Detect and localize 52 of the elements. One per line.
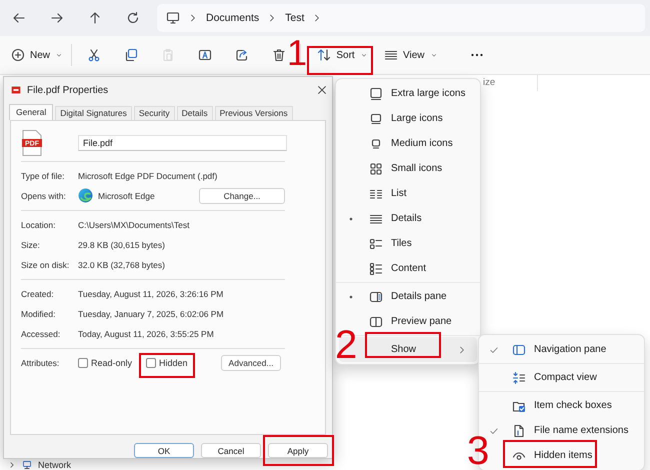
menu-item[interactable]: Compact view <box>479 365 644 390</box>
value-text: 32.0 KB (32,768 bytes) <box>78 260 165 270</box>
dialog-button[interactable]: Cancel <box>201 443 261 458</box>
change-button[interactable]: Change... <box>199 188 285 204</box>
nav-item[interactable]: Network <box>0 460 200 470</box>
new-button[interactable]: New <box>6 42 68 68</box>
checkbox[interactable]: Read-only <box>78 358 132 368</box>
file-name-field[interactable]: File.pdf <box>78 134 287 151</box>
window-title: File.pdf Properties <box>27 84 110 96</box>
value-text: Microsoft Edge <box>98 190 155 201</box>
menu-item[interactable]: Medium icons <box>336 131 480 156</box>
menu-item[interactable]: Content <box>336 256 480 281</box>
value-text: Tuesday, August 11, 2026, 3:26:16 PM <box>78 288 224 299</box>
breadcrumb[interactable]: Documents <box>206 12 260 24</box>
step-number: 3 <box>467 431 490 470</box>
view-button[interactable]: View <box>379 42 443 68</box>
menu-item[interactable]: Navigation pane <box>479 337 644 362</box>
menu-item[interactable]: Item check boxes <box>479 393 644 418</box>
field-label: Created: <box>21 288 55 299</box>
tab[interactable]: Digital Signatures <box>55 106 132 120</box>
value-text: Microsoft Edge PDF Document (.pdf) <box>78 170 218 181</box>
value-text: Tuesday, January 7, 2025, 6:02:06 PM <box>78 308 224 319</box>
tab[interactable]: General <box>9 104 54 120</box>
tab[interactable]: Security <box>134 106 175 120</box>
breadcrumb[interactable]: Test <box>285 12 304 24</box>
menu-item[interactable]: List <box>336 181 480 206</box>
tab[interactable]: Previous Versions <box>214 106 293 120</box>
field-label: Attributes: <box>21 358 60 368</box>
menu-item[interactable]: Tiles <box>336 231 480 256</box>
value-text: C:\Users\MX\Documents\Test <box>78 220 190 230</box>
field-label: Size: <box>21 240 41 250</box>
menu-item[interactable]: Details <box>336 206 480 231</box>
field-label: Accessed: <box>21 328 62 339</box>
field-label: Location: <box>21 220 56 230</box>
value-text: Today, August 11, 2026, 3:55:25 PM <box>78 328 214 339</box>
address-bar[interactable]: Documents Test <box>157 4 645 32</box>
menu-item[interactable]: Small icons <box>336 156 480 181</box>
menu-item[interactable]: Large icons <box>336 106 480 131</box>
dialog-button[interactable]: OK <box>134 443 194 458</box>
menu-item[interactable]: Extra large icons <box>336 81 480 106</box>
field-label: Modified: <box>21 308 56 319</box>
advanced-button[interactable]: Advanced... <box>221 355 281 372</box>
step-number: 1 <box>287 35 308 71</box>
sort-button[interactable]: Sort <box>314 42 372 68</box>
value-text: 29.8 KB (30,615 bytes) <box>78 240 165 250</box>
field-label: Type of file: <box>21 170 66 181</box>
menu-item[interactable]: Details pane <box>336 284 480 309</box>
field-label: Size on disk: <box>21 260 70 270</box>
checkbox[interactable]: Hidden <box>146 358 188 368</box>
tab[interactable]: Details <box>176 106 213 120</box>
field-label: Opens with: <box>21 190 67 201</box>
dialog-button[interactable]: Apply <box>268 443 328 458</box>
